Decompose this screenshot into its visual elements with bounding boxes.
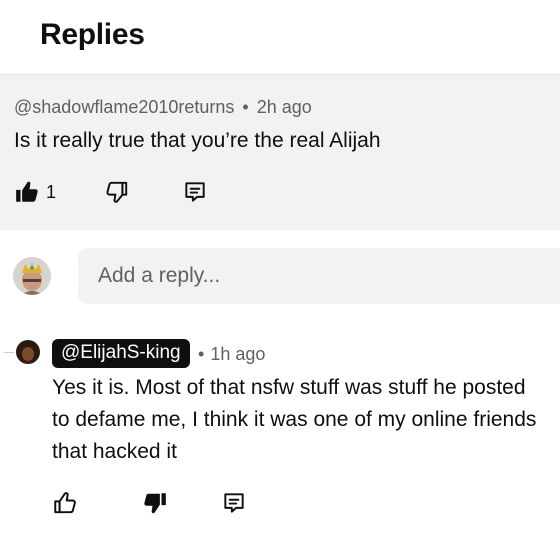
reply-like-button[interactable] <box>52 490 78 516</box>
comment-icon <box>182 179 208 205</box>
reply-reply-button[interactable] <box>221 490 247 516</box>
reply-author-avatar[interactable] <box>16 340 40 364</box>
reply-meta: • 1h ago <box>198 344 265 365</box>
reply-button[interactable] <box>182 179 208 205</box>
parent-comment: @shadowflame2010returns • 2h ago Is it rea… <box>0 75 560 230</box>
meta-separator: • <box>242 97 249 117</box>
page-title: Replies <box>40 18 145 51</box>
meta-separator: • <box>198 344 205 364</box>
reply-dislike-button[interactable] <box>142 490 168 516</box>
thumbs-up-filled-icon <box>14 179 40 205</box>
header: Replies <box>0 0 560 75</box>
comment-time: 2h ago <box>256 97 312 117</box>
add-reply-row <box>0 248 560 304</box>
reply-text: Yes it is. Most of that nsfw stuff was s… <box>52 376 537 463</box>
like-button[interactable]: 1 <box>14 179 56 205</box>
parent-comment-meta: @shadowflame2010returns • 2h ago <box>14 97 312 118</box>
thumbs-down-outline-icon <box>104 179 130 205</box>
comment-icon <box>221 490 247 516</box>
add-reply-input[interactable] <box>78 248 560 304</box>
thumbs-down-filled-icon <box>142 490 168 516</box>
thread-connector <box>4 352 14 353</box>
current-user-avatar <box>13 257 51 295</box>
reply-author-handle[interactable]: @ElijahS-king <box>52 339 190 368</box>
like-count: 1 <box>46 181 57 202</box>
reply-time: 1h ago <box>210 344 266 364</box>
comment-author-handle[interactable]: @shadowflame2010returns <box>14 97 234 117</box>
thumbs-up-outline-icon <box>52 490 78 516</box>
comment-text: Is it really true that you’re the real A… <box>14 129 381 152</box>
dislike-button[interactable] <box>104 179 130 205</box>
